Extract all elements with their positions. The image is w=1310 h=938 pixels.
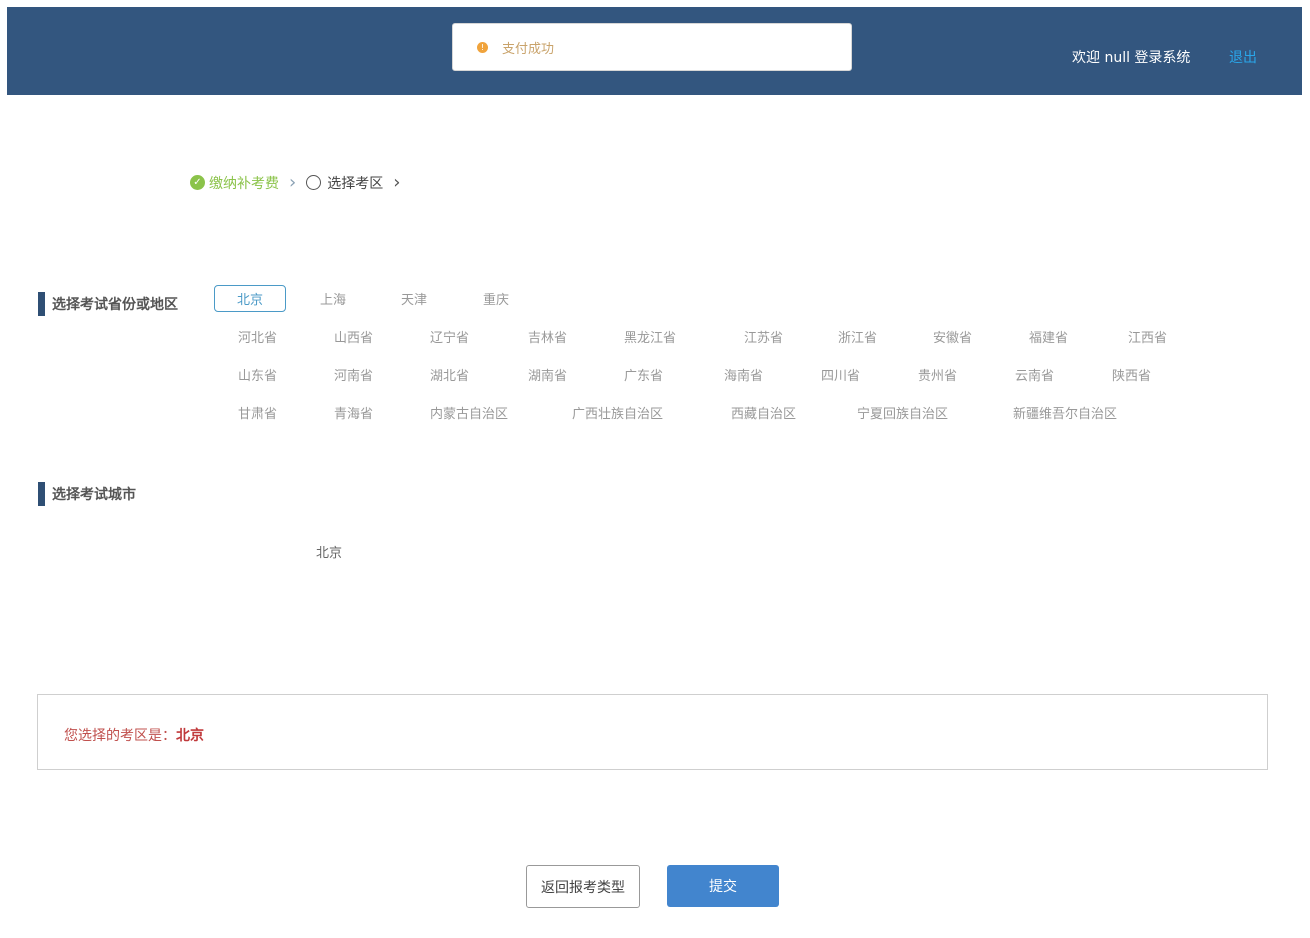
province-option[interactable]: 辽宁省 [430, 327, 469, 346]
check-circle-icon: ✓ [190, 175, 205, 190]
province-option[interactable]: 浙江省 [838, 327, 877, 346]
welcome-text: 欢迎 null 登录系统 [1072, 50, 1191, 66]
chevron-right-icon: › [393, 172, 401, 193]
back-to-exam-type-button[interactable]: 返回报考类型 [526, 865, 640, 908]
city-option[interactable]: 北京 [316, 542, 342, 561]
province-option[interactable]: 天津 [401, 289, 427, 308]
province-option[interactable]: 湖南省 [528, 365, 567, 384]
title-bar [38, 292, 45, 316]
province-option[interactable]: 黑龙江省 [624, 327, 676, 346]
top-header: ! 支付成功 欢迎 null 登录系统 退出 [7, 7, 1302, 95]
province-title-text: 选择考试省份或地区 [52, 297, 178, 313]
selection-summary-text: 您选择的考区是：北京 [64, 725, 204, 745]
province-option[interactable]: 贵州省 [918, 365, 957, 384]
province-option[interactable]: 广东省 [624, 365, 663, 384]
province-option[interactable]: 广西壮族自治区 [572, 403, 663, 422]
city-title-text: 选择考试城市 [52, 487, 136, 503]
province-option[interactable]: 内蒙古自治区 [430, 403, 508, 422]
province-option[interactable]: 陕西省 [1112, 365, 1151, 384]
empty-circle-icon [306, 175, 322, 190]
page: ! 支付成功 欢迎 null 登录系统 退出 ✓ 缴纳补考费 › 选择考区 › … [0, 0, 1310, 938]
province-option[interactable]: 新疆维吾尔自治区 [1013, 403, 1117, 422]
province-option[interactable]: 西藏自治区 [731, 403, 796, 422]
toast-message: 支付成功 [502, 41, 555, 57]
province-option[interactable]: 山西省 [334, 327, 373, 346]
city-section-title: 选择考试城市 [38, 482, 136, 506]
province-option[interactable]: 山东省 [238, 365, 277, 384]
province-option[interactable]: 湖北省 [430, 365, 469, 384]
province-option[interactable]: 福建省 [1029, 327, 1068, 346]
province-option[interactable]: 北京 [214, 285, 286, 312]
province-option[interactable]: 江苏省 [744, 327, 783, 346]
province-option[interactable]: 重庆 [483, 289, 509, 308]
success-toast: ! 支付成功 [452, 23, 852, 71]
step-indicator: ✓ 缴纳补考费 › 选择考区 › [190, 172, 410, 193]
logout-link[interactable]: 退出 [1229, 47, 1257, 67]
info-icon: ! [477, 41, 488, 53]
step-label-area: 选择考区 [327, 175, 384, 192]
selection-prefix: 您选择的考区是： [64, 728, 176, 744]
province-option[interactable]: 云南省 [1015, 365, 1054, 384]
province-option[interactable]: 青海省 [334, 403, 373, 422]
title-bar [38, 482, 45, 506]
selection-summary-box: 您选择的考区是：北京 [37, 694, 1268, 770]
province-option[interactable]: 甘肃省 [238, 403, 277, 422]
province-option[interactable]: 安徽省 [933, 327, 972, 346]
province-option[interactable]: 四川省 [821, 365, 860, 384]
province-section-title: 选择考试省份或地区 [38, 292, 178, 316]
province-option[interactable]: 上海 [320, 289, 346, 308]
step-label-pay: 缴纳补考费 [209, 175, 279, 192]
province-option[interactable]: 吉林省 [528, 327, 567, 346]
province-option[interactable]: 河南省 [334, 365, 373, 384]
submit-button[interactable]: 提交 [667, 865, 779, 907]
province-option[interactable]: 河北省 [238, 327, 277, 346]
selection-value: 北京 [176, 728, 204, 744]
province-option[interactable]: 海南省 [724, 365, 763, 384]
province-option[interactable]: 宁夏回族自治区 [857, 403, 948, 422]
chevron-right-icon: › [289, 172, 297, 193]
province-option[interactable]: 江西省 [1128, 327, 1167, 346]
